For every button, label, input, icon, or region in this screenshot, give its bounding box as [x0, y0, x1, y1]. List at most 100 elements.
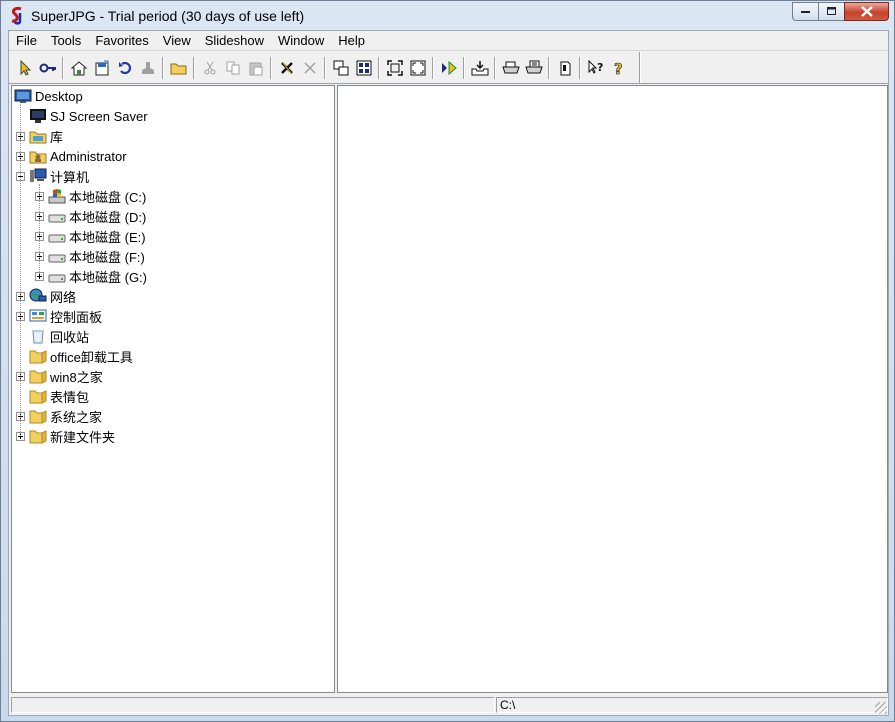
- tree-item[interactable]: 表情包: [16, 386, 89, 406]
- tree-item[interactable]: 本地磁盘 (D:): [35, 206, 146, 226]
- system-drive-icon: [48, 187, 66, 205]
- context-help-button[interactable]: ?: [584, 56, 607, 79]
- help-button[interactable]: ?: [607, 56, 630, 79]
- menu-help[interactable]: Help: [331, 31, 372, 51]
- fit-window-button[interactable]: [383, 56, 406, 79]
- close-button[interactable]: [844, 2, 889, 21]
- tree-item[interactable]: 控制面板: [16, 306, 102, 326]
- key-button[interactable]: [36, 56, 59, 79]
- open-folder-button[interactable]: [167, 56, 190, 79]
- tree-item[interactable]: 库: [16, 126, 63, 146]
- drive-icon: [48, 247, 66, 265]
- slideshow-button[interactable]: [437, 56, 460, 79]
- tree-item[interactable]: 网络: [16, 286, 76, 306]
- save-button[interactable]: [90, 56, 113, 79]
- tree-item[interactable]: 回收站: [16, 326, 89, 346]
- home-folder-button[interactable]: [67, 56, 90, 79]
- toolbar-separator: [162, 56, 164, 79]
- tree-item[interactable]: Administrator: [16, 146, 127, 166]
- menu-slideshow[interactable]: Slideshow: [198, 31, 271, 51]
- cascade-view-button[interactable]: [329, 56, 352, 79]
- scissors-icon: [204, 61, 215, 74]
- folder-icon: [29, 407, 47, 425]
- folder-tree[interactable]: Desktop SJ Screen Saver 库 Administrator 计算机…: [11, 85, 335, 693]
- select-tool-button[interactable]: [13, 56, 36, 79]
- print-preview-button[interactable]: [522, 56, 545, 79]
- tree-connector-line: [39, 184, 40, 274]
- tree-item[interactable]: 本地磁盘 (C:): [35, 186, 146, 206]
- tree-item-label: 控制面板: [50, 309, 103, 325]
- toolbar-separator: [432, 56, 434, 79]
- toolbar-separator: [62, 56, 64, 79]
- cancel-button[interactable]: [298, 56, 321, 79]
- resize-grip-icon[interactable]: [875, 702, 887, 714]
- tree-item-label: 计算机: [50, 169, 90, 185]
- minimize-icon: [800, 10, 810, 13]
- paste-button[interactable]: [244, 56, 267, 79]
- tree-item-label: Desktop: [35, 88, 83, 104]
- paste-icon: [249, 62, 262, 75]
- properties-button[interactable]: [553, 56, 576, 79]
- menu-tools[interactable]: Tools: [44, 31, 88, 51]
- folder-icon: [29, 427, 47, 445]
- toolbar-separator: [463, 56, 465, 79]
- drive-icon: [48, 207, 66, 225]
- undo-button[interactable]: [113, 56, 136, 79]
- slideshow-icon: [441, 60, 457, 75]
- toolbar-end-divider: [639, 52, 641, 83]
- tree-item-label: 本地磁盘 (D:): [69, 209, 147, 225]
- arrow-cursor-icon: [20, 59, 31, 76]
- tree-item-label: office卸载工具: [50, 349, 133, 365]
- delete-button[interactable]: [275, 56, 298, 79]
- thumbnail-view-button[interactable]: [352, 56, 375, 79]
- toolbar-separator: [270, 56, 272, 79]
- menu-view[interactable]: View: [156, 31, 198, 51]
- client-area: File Tools Favorites View Slideshow Wind…: [8, 30, 889, 716]
- image-view-pane[interactable]: [337, 85, 888, 693]
- close-x-icon: [303, 61, 316, 74]
- tree-item-label: 表情包: [50, 389, 90, 405]
- tree-item[interactable]: 本地磁盘 (G:): [35, 266, 147, 286]
- svg-text:?: ?: [597, 61, 603, 74]
- tree-item[interactable]: win8之家: [16, 366, 103, 386]
- tree-root-desktop[interactable]: Desktop: [14, 86, 83, 106]
- document-icon: [560, 61, 570, 75]
- tree-item[interactable]: 本地磁盘 (E:): [35, 226, 146, 246]
- tree-item[interactable]: office卸载工具: [16, 346, 133, 366]
- menu-window[interactable]: Window: [271, 31, 331, 51]
- tree-item[interactable]: SJ Screen Saver: [16, 106, 148, 126]
- print-button[interactable]: [499, 56, 522, 79]
- tree-item[interactable]: 新建文件夹: [16, 426, 115, 446]
- tree-item-label: Administrator: [50, 148, 127, 164]
- maximize-button[interactable]: [818, 2, 845, 21]
- menu-favorites[interactable]: Favorites: [88, 31, 155, 51]
- title-bar[interactable]: SuperJPG - Trial period (30 days of use …: [1, 1, 894, 30]
- status-message-panel: [11, 697, 495, 713]
- tree-item-label: SJ Screen Saver: [50, 108, 148, 124]
- app-window: SuperJPG - Trial period (30 days of use …: [0, 0, 895, 722]
- toolbar-separator: [548, 56, 550, 79]
- tree-item[interactable]: 计算机: [16, 166, 89, 186]
- copy-button[interactable]: [221, 56, 244, 79]
- minimize-button[interactable]: [792, 2, 819, 21]
- inbox-icon: [471, 60, 488, 75]
- tree-item[interactable]: 本地磁盘 (F:): [35, 246, 145, 266]
- window-title: SuperJPG - Trial period (30 days of use …: [31, 7, 305, 24]
- toolbar-separator: [579, 56, 581, 79]
- acquire-button[interactable]: [468, 56, 491, 79]
- folder-icon: [29, 347, 47, 365]
- status-bar: C:\: [9, 695, 888, 715]
- cascade-icon: [333, 60, 348, 75]
- tree-item-label: 本地磁盘 (G:): [69, 269, 147, 285]
- tree-item[interactable]: 系统之家: [16, 406, 102, 426]
- copy-icon: [226, 61, 239, 74]
- full-screen-button[interactable]: [406, 56, 429, 79]
- svg-text:?: ?: [614, 60, 623, 76]
- close-icon: [860, 6, 873, 17]
- library-icon: [29, 127, 47, 145]
- save-icon: [95, 60, 108, 75]
- cut-button[interactable]: [198, 56, 221, 79]
- menu-file[interactable]: File: [9, 31, 44, 51]
- fit-icon: [386, 59, 403, 76]
- stamp-button[interactable]: [136, 56, 159, 79]
